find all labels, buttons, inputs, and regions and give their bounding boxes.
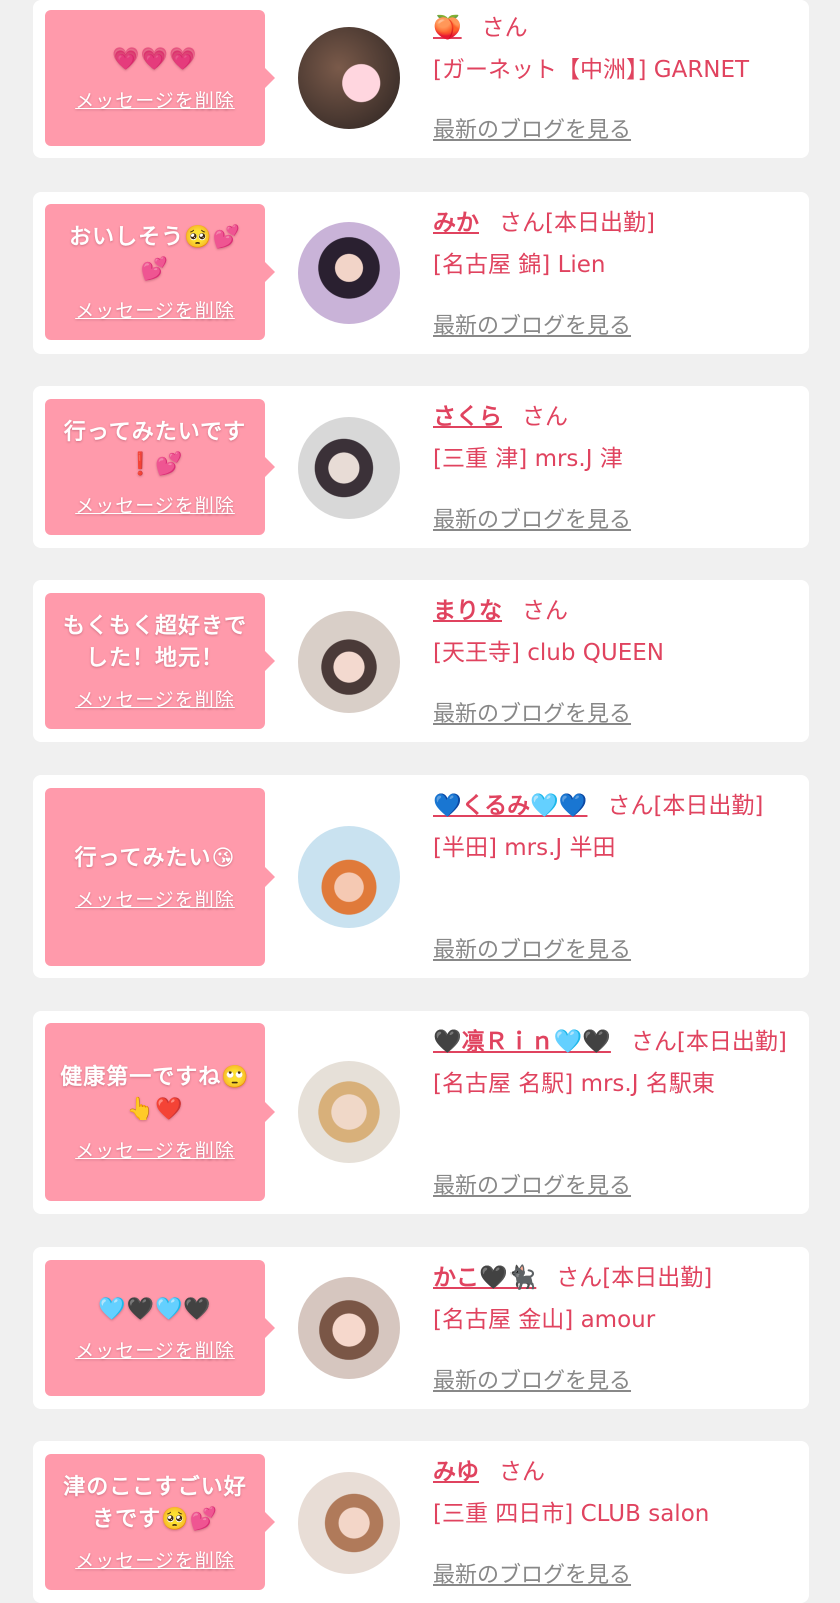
latest-blog-link[interactable]: 最新のブログを見る [433,932,631,964]
latest-blog-link[interactable]: 最新のブログを見る [433,308,631,340]
message-bubble: おいしそう🥺💕💕 メッセージを削除 [45,204,275,340]
shop-name: [天王寺] club QUEEN [433,640,664,666]
avatar[interactable] [298,1277,400,1379]
message-bubble: 行ってみたいです❗️💕 メッセージを削除 [45,399,275,535]
name-suffix: さん[本日出勤] [556,1265,713,1291]
latest-blog-link[interactable]: 最新のブログを見る [433,1168,631,1200]
girl-name-link[interactable]: みか [433,210,479,236]
message-text: 行ってみたいです❗️💕 [63,419,247,477]
girl-name-link[interactable]: みゆ [433,1459,479,1485]
delete-message-link[interactable]: メッセージを削除 [75,296,235,323]
avatar[interactable] [298,1472,400,1574]
delete-message-link[interactable]: メッセージを削除 [75,86,235,113]
message-text: 健康第一ですね🙄👆❤️ [60,1064,250,1122]
message-text: 💗💗💗 [112,46,198,72]
name-suffix: さん [522,404,568,430]
shop-name: [名古屋 名駅] mrs.J 名駅東 [433,1071,715,1097]
shop-name: [三重 津] mrs.J 津 [433,446,623,472]
message-card: もくもく超好きでした！地元！ メッセージを削除 まりな さん [天王寺] club… [33,580,809,742]
latest-blog-link[interactable]: 最新のブログを見る [433,696,631,728]
message-card: おいしそう🥺💕💕 メッセージを削除 みか さん[本日出勤] [名古屋 錦] Lie… [33,192,809,354]
delete-message-link[interactable]: メッセージを削除 [75,491,235,518]
message-bubble: 行ってみたい😘 メッセージを削除 [45,788,275,966]
message-bubble: 💗💗💗 メッセージを削除 [45,10,275,146]
girl-name-link[interactable]: 🖤凛Ｒｉｎ🩵🖤 [433,1029,611,1055]
shop-name: [ガーネット【中洲】] GARNET [433,57,750,83]
avatar[interactable] [298,1061,400,1163]
name-suffix: さん [481,15,528,41]
avatar[interactable] [298,27,400,129]
latest-blog-link[interactable]: 最新のブログを見る [433,112,631,144]
shop-name: [半田] mrs.J 半田 [433,835,616,861]
latest-blog-link[interactable]: 最新のブログを見る [433,502,631,534]
girl-name-link[interactable]: かこ🖤🐈‍⬛ [433,1265,536,1291]
message-card: 津のここすごい好きです🥺💕 メッセージを削除 みゆ さん [三重 四日市] CLU… [33,1441,809,1603]
message-card: 行ってみたい😘 メッセージを削除 💙くるみ🩵💙 さん[本日出勤] [半田] mrs… [33,775,809,978]
delete-message-link[interactable]: メッセージを削除 [75,885,235,912]
message-card: 🩵🖤🩵🖤 メッセージを削除 かこ🖤🐈‍⬛ さん[本日出勤] [名古屋 金山] am… [33,1247,809,1409]
shop-name: [名古屋 金山] amour [433,1307,656,1333]
message-bubble: 🩵🖤🩵🖤 メッセージを削除 [45,1260,275,1396]
message-card: 💗💗💗 メッセージを削除 🍑 さん [ガーネット【中洲】] GARNET 最新のブ… [33,0,809,158]
delete-message-link[interactable]: メッセージを削除 [75,1546,235,1573]
shop-name: [名古屋 錦] Lien [433,252,606,278]
message-text: 津のここすごい好きです🥺💕 [63,1474,247,1532]
shop-name: [三重 四日市] CLUB salon [433,1501,710,1527]
avatar[interactable] [298,611,400,713]
message-text: おいしそう🥺💕💕 [69,224,241,282]
avatar[interactable] [298,826,400,928]
latest-blog-link[interactable]: 最新のブログを見る [433,1557,631,1589]
name-suffix: さん[本日出勤] [499,210,655,236]
message-card: 行ってみたいです❗️💕 メッセージを削除 さくら さん [三重 津] mrs.J … [33,386,809,548]
latest-blog-link[interactable]: 最新のブログを見る [433,1363,631,1395]
name-suffix: さん[本日出勤] [607,793,764,819]
avatar[interactable] [298,417,400,519]
message-text: 行ってみたい😘 [74,845,236,871]
girl-name-link[interactable]: 🍑 [433,15,462,41]
name-suffix: さん [522,598,568,624]
message-bubble: 津のここすごい好きです🥺💕 メッセージを削除 [45,1454,275,1590]
girl-name-link[interactable]: まりな [433,598,502,624]
girl-name-link[interactable]: さくら [433,404,502,430]
delete-message-link[interactable]: メッセージを削除 [75,1136,235,1163]
message-text: もくもく超好きでした！地元！ [62,613,247,671]
message-bubble: 健康第一ですね🙄👆❤️ メッセージを削除 [45,1023,275,1201]
name-suffix: さん [499,1459,545,1485]
delete-message-link[interactable]: メッセージを削除 [75,685,235,712]
message-bubble: もくもく超好きでした！地元！ メッセージを削除 [45,593,275,729]
avatar[interactable] [298,222,400,324]
name-suffix: さん[本日出勤] [630,1029,787,1055]
delete-message-link[interactable]: メッセージを削除 [75,1336,235,1363]
message-card: 健康第一ですね🙄👆❤️ メッセージを削除 🖤凛Ｒｉｎ🩵🖤 さん[本日出勤] [名古… [33,1011,809,1214]
message-text: 🩵🖤🩵🖤 [98,1296,212,1322]
girl-name-link[interactable]: 💙くるみ🩵💙 [433,793,587,819]
